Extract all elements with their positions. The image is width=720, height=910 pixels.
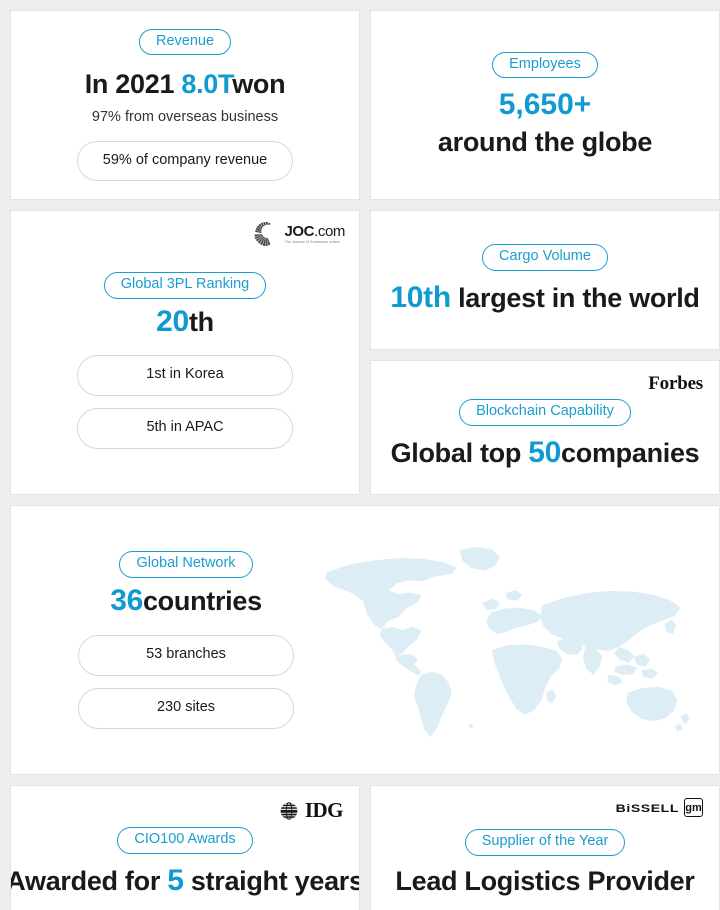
blockchain-headline: Global top 50companies: [391, 436, 700, 471]
ranking-headline-highlight: 20: [156, 304, 189, 338]
stats-board: Revenue In 2021 8.0Twon 97% from oversea…: [0, 0, 720, 910]
joc-logo: JOC.com The Journal of Commerce online: [253, 221, 345, 247]
cio-headline-pre: Awarded for: [10, 866, 168, 897]
forbes-logo: Forbes: [648, 373, 703, 395]
badge-cio100-awards: CIO100 Awards: [117, 827, 253, 855]
blockchain-headline-pre: Global top: [390, 437, 529, 468]
supplier-headline: Lead Logistics Provider: [395, 865, 695, 896]
card-cargo-volume: Cargo Volume 10th largest in the world: [370, 210, 720, 350]
revenue-headline-pre: In 2021: [84, 69, 182, 100]
network-headline-post: countries: [142, 586, 262, 617]
bissell-logo-text: BiSSELL: [615, 801, 679, 814]
revenue-headline-highlight: 8.0T: [181, 69, 233, 100]
network-content: Global Network 36countries 53 branches 2…: [11, 551, 361, 729]
gm-logo-badge: gm: [684, 798, 703, 817]
badge-global-3pl-ranking: Global 3PL Ranking: [103, 271, 267, 299]
employees-number: 5,650+: [498, 88, 592, 122]
ranking-headline-post: th: [188, 306, 214, 337]
card-supplier-of-the-year: BiSSELL gm Supplier of the Year Lead Log…: [370, 785, 720, 910]
chip-53-branches: 53 branches: [78, 634, 294, 676]
cargo-headline: 10th largest in the world: [390, 281, 700, 316]
revenue-chip-list: 59% of company revenue: [77, 140, 293, 182]
card-cio100-awards: IDG CIO100 Awards Awarded for 5 straight…: [10, 785, 360, 910]
joc-sunburst-icon: [254, 222, 276, 246]
network-headline: 36countries: [110, 584, 262, 619]
network-chip-list: 53 branches 230 sites: [78, 634, 294, 729]
ranking-headline: 20th: [156, 305, 214, 340]
chip-230-sites: 230 sites: [78, 687, 294, 729]
joc-logo-main: JOC: [284, 222, 315, 240]
blockchain-headline-post: companies: [561, 437, 700, 468]
cargo-headline-post: largest in the world: [450, 283, 700, 314]
network-headline-highlight: 36: [110, 584, 143, 618]
badge-blockchain-capability: Blockchain Capability: [459, 398, 631, 426]
card-revenue: Revenue In 2021 8.0Twon 97% from oversea…: [10, 10, 360, 200]
badge-employees: Employees: [492, 51, 598, 79]
revenue-subline: 97% from overseas business: [91, 108, 279, 125]
employees-caption: around the globe: [437, 127, 653, 158]
card-global-network: Global Network 36countries 53 branches 2…: [10, 505, 720, 775]
badge-global-network: Global Network: [119, 551, 253, 579]
joc-logo-text: JOC.com The Journal of Commerce online: [284, 224, 345, 245]
idg-logo-text: IDG: [304, 798, 344, 822]
forbes-logo-text: Forbes: [648, 373, 703, 394]
card-employees: Employees 5,650+ around the globe: [370, 10, 720, 200]
chip-5th-in-apac: 5th in APAC: [77, 408, 293, 450]
joc-logo-tagline: The Journal of Commerce online: [284, 239, 340, 244]
cio-headline-highlight: 5: [167, 864, 184, 898]
badge-revenue: Revenue: [138, 28, 232, 56]
card-blockchain-capability: Forbes Blockchain Capability Global top …: [370, 360, 720, 495]
revenue-headline: In 2021 8.0Twon: [85, 69, 286, 100]
cio-headline: Awarded for 5 straight years: [10, 864, 360, 899]
chip-company-revenue: 59% of company revenue: [77, 140, 293, 182]
revenue-headline-post: won: [232, 69, 286, 100]
cargo-headline-highlight: 10th: [390, 281, 451, 315]
blockchain-headline-highlight: 50: [528, 435, 562, 469]
card-global-3pl-ranking: JOC.com The Journal of Commerce online G…: [10, 210, 360, 495]
badge-supplier-of-the-year: Supplier of the Year: [464, 829, 626, 856]
bissell-gm-logo: BiSSELL gm: [616, 798, 703, 817]
idg-globe-icon: [280, 801, 298, 820]
world-map: [324, 546, 690, 738]
badge-cargo-volume: Cargo Volume: [482, 244, 608, 272]
chip-1st-in-korea: 1st in Korea: [77, 355, 293, 397]
joc-logo-dotcom: .com: [314, 222, 345, 240]
idg-logo: IDG: [278, 798, 344, 823]
cio-headline-post: straight years: [183, 866, 360, 897]
ranking-chip-list: 1st in Korea 5th in APAC: [77, 355, 293, 450]
